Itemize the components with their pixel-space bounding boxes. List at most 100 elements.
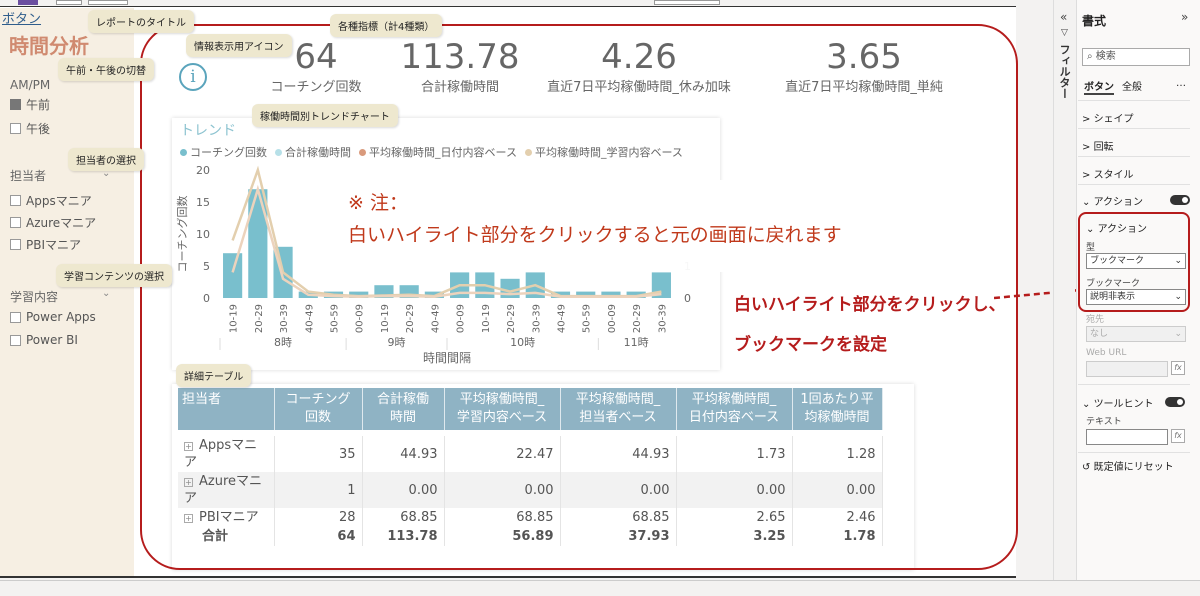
search-input[interactable]: ⌕ 検索 <box>1082 48 1190 66</box>
checkbox-icon[interactable] <box>10 334 21 346</box>
table-cell: 0.00 <box>792 472 883 508</box>
table-total-row: 合計 64 113.78 56.89 37.93 3.25 1.78 <box>178 527 883 546</box>
action-subheader[interactable]: ⌄ アクション <box>1086 220 1196 235</box>
column-header[interactable]: 1回あたり平 均稼働時間 <box>792 388 883 430</box>
checkbox-checked-icon[interactable] <box>10 99 21 110</box>
fx-icon[interactable]: fx <box>1171 361 1185 375</box>
divider <box>1078 128 1190 129</box>
expand-icon[interactable]: + <box>184 514 193 523</box>
info-icon[interactable]: i <box>179 63 207 91</box>
destination-label: 宛先 <box>1086 315 1105 325</box>
y-tick-label: 0 <box>203 292 210 305</box>
tooltip-toggle[interactable] <box>1165 397 1185 407</box>
slicer-person-item[interactable]: Appsマニア <box>10 192 92 209</box>
tooltip-text-input[interactable] <box>1086 429 1168 445</box>
collapse-left-icon[interactable]: « <box>1060 10 1067 24</box>
slicer-content-item[interactable]: Power Apps <box>10 310 96 324</box>
button-link[interactable]: ボタン <box>2 8 41 27</box>
callout-title: レポートのタイトル <box>88 10 194 33</box>
column-header[interactable]: 平均稼働時間_ 日付内容ベース <box>676 388 793 430</box>
table-cell: 22.47 <box>444 436 561 472</box>
slicer-content-item[interactable]: Power BI <box>10 333 78 347</box>
detail-table: 担当者 コーチング 回数 合計稼働 時間 平均稼働時間_ 学習内容ベース 平均稼働時間_ 担当者… <box>178 388 883 546</box>
x-tick-label: 50-59 <box>582 304 593 333</box>
table-cell: 35 <box>274 436 363 472</box>
section-style[interactable]: > スタイル <box>1082 166 1192 181</box>
table-row[interactable]: + PBIマニア 28 68.85 68.85 68.85 2.65 2.46 <box>178 508 883 527</box>
x-axis-label: 時間間隔 <box>423 351 471 365</box>
table-cell: 44.93 <box>560 436 677 472</box>
tab-button[interactable]: ボタン <box>1084 78 1114 95</box>
callout-table: 詳細テーブル <box>176 364 252 387</box>
section-shape[interactable]: > シェイプ <box>1082 110 1192 125</box>
page-title: 時間分析 <box>9 34 89 58</box>
slicer-ampm-item[interactable]: 午後 <box>10 120 50 137</box>
callout-person: 担当者の選択 <box>68 148 144 171</box>
table-cell: 2.65 <box>676 508 793 527</box>
column-header[interactable]: 平均稼働時間_ 学習内容ベース <box>444 388 561 430</box>
chevron-down-icon[interactable]: ⌄ <box>102 288 110 299</box>
reset-default-button[interactable]: ↺ 既定値にリセット <box>1082 458 1192 473</box>
expand-icon[interactable]: + <box>184 478 193 487</box>
x-tick-label: 30-39 <box>279 304 290 333</box>
kpi-card: 3.65 直近7日平均稼働時間_単純 <box>766 38 962 95</box>
total-cell: 64 <box>274 527 363 546</box>
slicer-ampm-item[interactable]: 午前 <box>10 96 50 113</box>
table-cell: 2.46 <box>792 508 883 527</box>
x-tick-label: 40-49 <box>304 304 315 333</box>
divider <box>1078 100 1190 101</box>
checkbox-icon[interactable] <box>10 239 21 250</box>
filter-pane-label[interactable]: フィルター <box>1056 44 1072 99</box>
table-row[interactable]: + Appsマニア 35 44.93 22.47 44.93 1.73 1.28 <box>178 436 883 472</box>
total-cell: 113.78 <box>362 527 445 546</box>
callout-trend: 稼働時間別トレンドチャート <box>252 104 398 127</box>
x-tick-label: 00-09 <box>456 304 467 333</box>
type-label: 型 <box>1086 243 1096 253</box>
destination-select[interactable]: なし ⌄ <box>1086 326 1186 342</box>
table-body: + Appsマニア 35 44.93 22.47 44.93 1.73 1.28 + Azureマ… <box>178 430 883 546</box>
kpi-label: コーチング回数 <box>270 80 362 95</box>
app-root: ボタン 時間分析 AM/PM 午前 午後 担当者 ⌄ Appsマニア Azure… <box>0 0 1200 596</box>
more-options-icon[interactable]: … <box>1176 78 1186 89</box>
checkbox-icon[interactable] <box>10 195 21 206</box>
total-cell: 1.78 <box>792 527 883 546</box>
row-label: + Azureマニア <box>178 472 275 508</box>
page-tab[interactable] <box>654 0 720 5</box>
column-header[interactable]: 平均稼働時間_ 担当者ベース <box>560 388 677 430</box>
slicer-ampm-header: AM/PM <box>10 78 51 92</box>
column-header[interactable]: 担当者 <box>178 388 275 430</box>
table-row[interactable]: + Azureマニア 1 0.00 0.00 0.00 0.00 0.00 <box>178 472 883 508</box>
column-header[interactable]: コーチング 回数 <box>274 388 363 430</box>
collapse-right-icon[interactable]: » <box>1181 10 1188 24</box>
slicer-person-item[interactable]: Azureマニア <box>10 214 96 231</box>
checkbox-icon[interactable] <box>10 123 21 134</box>
tab-general[interactable]: 全般 <box>1122 78 1142 93</box>
row-label: + Appsマニア <box>178 436 275 472</box>
expand-icon[interactable]: + <box>184 442 193 451</box>
slicer-person-item[interactable]: PBIマニア <box>10 236 81 253</box>
page-tab-active[interactable] <box>18 0 38 5</box>
search-icon: ⌕ <box>1087 51 1093 62</box>
y-tick-label: 5 <box>203 260 210 273</box>
y-tick-label: 10 <box>196 228 210 241</box>
total-cell: 3.25 <box>676 527 793 546</box>
checkbox-icon[interactable] <box>10 311 21 323</box>
row-label: + PBIマニア <box>178 508 275 527</box>
callout-ampm: 午前・午後の切替 <box>58 58 154 81</box>
fx-icon[interactable]: fx <box>1171 429 1185 443</box>
bookmark-label: ブックマーク <box>1086 279 1141 289</box>
bookmark-select[interactable]: 説明非表示 ⌄ <box>1086 289 1186 305</box>
column-header[interactable]: 合計稼働 時間 <box>362 388 445 430</box>
web-url-input[interactable] <box>1086 361 1168 377</box>
action-toggle[interactable] <box>1170 195 1190 205</box>
table-cell: 1 <box>274 472 363 508</box>
x-tick-label: 00-09 <box>355 304 366 333</box>
section-rotation[interactable]: > 回転 <box>1082 138 1192 153</box>
page-tab[interactable] <box>88 0 128 5</box>
type-select[interactable]: ブックマーク ⌄ <box>1086 253 1186 269</box>
total-label: 合計 <box>178 527 275 546</box>
checkbox-icon[interactable] <box>10 217 21 228</box>
x-tick-label: 20-29 <box>254 304 265 333</box>
x-tick-label: 00-09 <box>607 304 618 333</box>
page-tab[interactable] <box>56 0 82 5</box>
